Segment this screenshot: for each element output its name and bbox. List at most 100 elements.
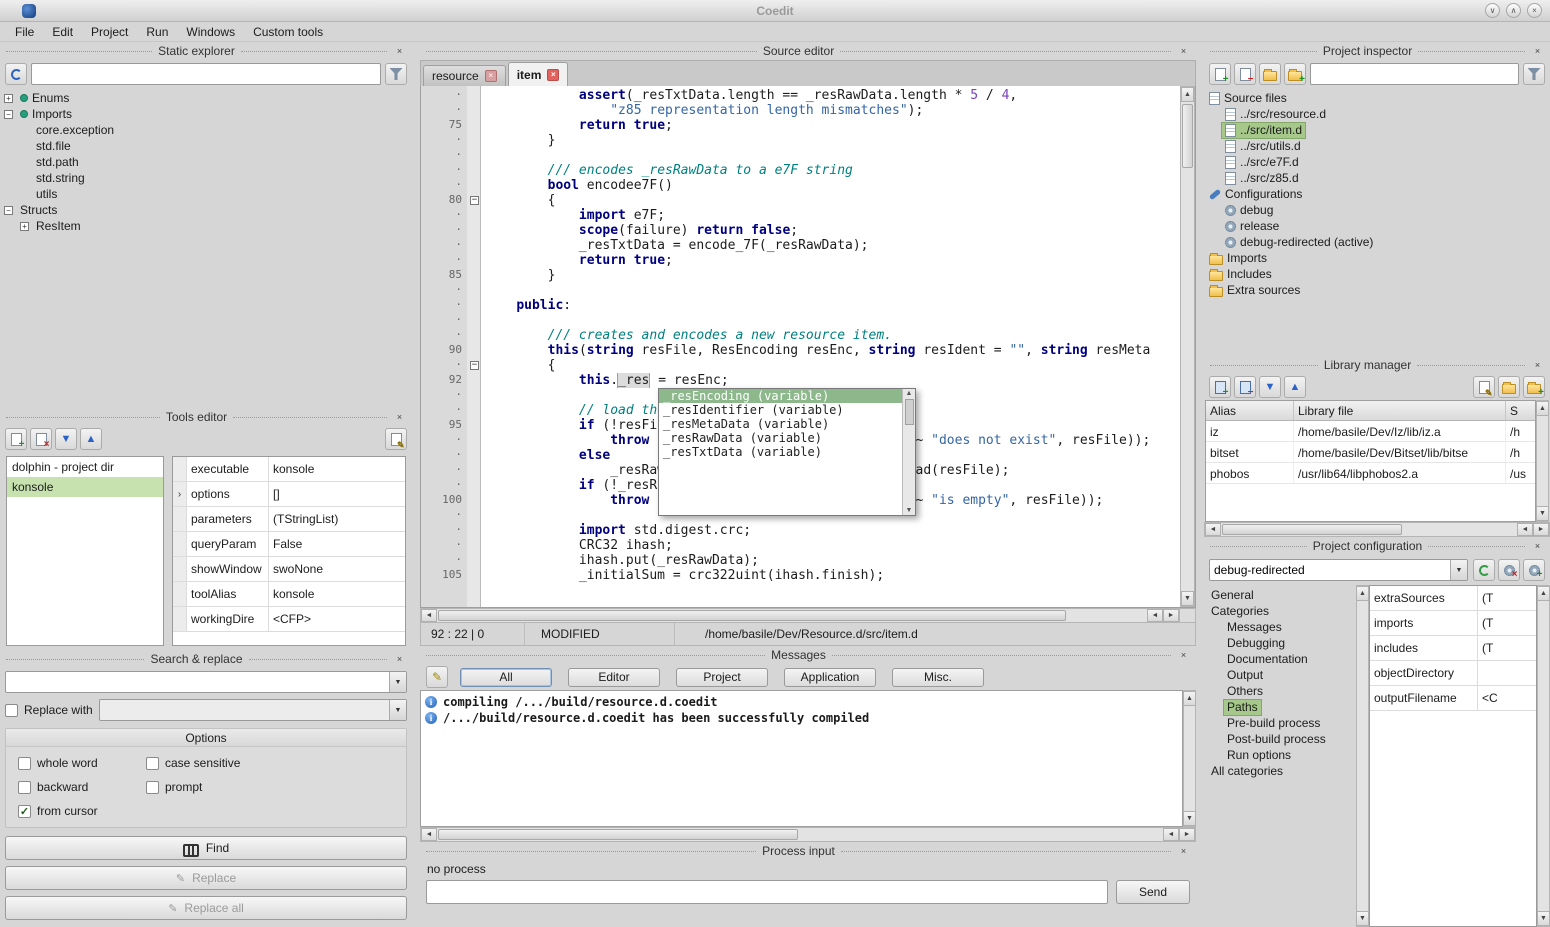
static-explorer-search-input[interactable] — [31, 63, 381, 85]
scroll-up-icon[interactable]: ▲ — [906, 390, 913, 397]
code-line[interactable]: · bool encodee7F() — [421, 178, 1180, 193]
configuration-selector[interactable] — [1209, 559, 1468, 581]
scroll-left-button[interactable]: ◄ — [421, 828, 437, 841]
project-tree-item[interactable]: ../src/e7F.d — [1204, 154, 1550, 170]
project-tree-item[interactable]: ../src/utils.d — [1204, 138, 1550, 154]
property-value[interactable]: False — [269, 532, 405, 556]
close-panel-icon[interactable]: × — [1177, 45, 1190, 58]
project-tree-item[interactable]: release — [1204, 218, 1550, 234]
column-header[interactable]: S — [1506, 401, 1536, 420]
code-editor[interactable]: · assert(_resTxtData.length == _resRawDa… — [421, 86, 1180, 607]
filter-button[interactable] — [385, 63, 407, 85]
option-prompt[interactable]: prompt — [146, 775, 240, 799]
add-source-button[interactable] — [1209, 63, 1231, 85]
project-tree-item[interactable]: debug — [1204, 202, 1550, 218]
project-tree-item[interactable]: ../src/resource.d — [1204, 106, 1550, 122]
inspector-filter-button[interactable] — [1523, 63, 1545, 85]
menu-run[interactable]: Run — [137, 23, 177, 41]
filter-all[interactable]: All — [460, 668, 552, 687]
inspector-filter-input[interactable] — [1310, 63, 1519, 85]
add-tool-button[interactable] — [5, 428, 27, 450]
completion-item[interactable]: _resTxtData (variable) — [659, 445, 902, 459]
project-tree-item[interactable]: ../src/z85.d — [1204, 170, 1550, 186]
library-horizontal-scrollbar[interactable]: ◄ ◄ ► — [1204, 522, 1550, 537]
editor-tab-item[interactable]: item× — [508, 62, 569, 86]
category-item[interactable]: All categories — [1204, 763, 1356, 779]
library-row[interactable]: bitset/home/basile/Dev/Bitset/lib/bitse/… — [1206, 442, 1535, 463]
menu-edit[interactable]: Edit — [43, 23, 82, 41]
search-term-input[interactable] — [5, 671, 407, 693]
send-button[interactable]: Send — [1116, 880, 1190, 904]
category-vertical-scrollbar[interactable]: ▲ ▼ — [1356, 585, 1369, 927]
scroll-down-button[interactable]: ▼ — [1183, 811, 1196, 826]
property-value[interactable]: (T — [1478, 636, 1536, 660]
property-value[interactable]: <C — [1478, 686, 1536, 710]
scrollbar-thumb[interactable] — [1222, 524, 1402, 535]
replace-button[interactable]: ✎ Replace — [5, 866, 407, 890]
property-row[interactable]: extraSources(T — [1370, 586, 1536, 611]
category-item[interactable]: Others — [1204, 683, 1356, 699]
code-line[interactable]: · — [421, 313, 1180, 328]
scroll-up-button[interactable]: ▲ — [1183, 691, 1196, 706]
code-line[interactable]: · import e7F; — [421, 208, 1180, 223]
filter-misc[interactable]: Misc. — [892, 668, 984, 687]
filter-project[interactable]: Project — [676, 668, 768, 687]
remove-library-button[interactable] — [1234, 376, 1256, 398]
property-row[interactable]: showWindowswoNone — [173, 557, 405, 582]
property-value[interactable]: <CFP> — [269, 607, 405, 631]
message-categories-button[interactable]: ✎ — [426, 666, 448, 688]
property-value[interactable]: swoNone — [269, 557, 405, 581]
expander-icon[interactable]: + — [20, 222, 29, 231]
property-row[interactable]: toolAliaskonsole — [173, 582, 405, 607]
code-line[interactable]: · ihash.put(_resRawData); — [421, 553, 1180, 568]
scroll-up-button[interactable]: ▲ — [1537, 586, 1550, 601]
symbol-tree-item[interactable]: core.exception — [0, 122, 412, 138]
property-value[interactable]: konsole — [269, 582, 405, 606]
filter-application[interactable]: Application — [784, 668, 876, 687]
close-panel-icon[interactable]: × — [1177, 845, 1190, 858]
add-folder-button[interactable] — [1259, 63, 1281, 85]
refresh-button[interactable] — [5, 63, 27, 85]
code-line[interactable]: · CRC32 ihash; — [421, 538, 1180, 553]
messages-vertical-scrollbar[interactable]: ▲ ▼ — [1183, 690, 1196, 827]
checkbox-icon[interactable] — [18, 757, 31, 770]
scroll-down-button[interactable]: ▼ — [1537, 911, 1550, 926]
restore-button[interactable]: ∧ — [1506, 3, 1521, 18]
process-input-field[interactable] — [426, 880, 1108, 904]
scroll-left-button[interactable]: ◄ — [1517, 523, 1533, 536]
move-tool-up-button[interactable]: ▲ — [80, 428, 102, 450]
menu-windows[interactable]: Windows — [177, 23, 244, 41]
property-row[interactable]: outputFilename<C — [1370, 686, 1536, 711]
close-button[interactable]: × — [1527, 3, 1542, 18]
property-row[interactable]: objectDirectory — [1370, 661, 1536, 686]
code-line[interactable]: 92 this._res = resEnc; — [421, 373, 1180, 388]
symbol-tree-item[interactable]: +Enums — [0, 90, 412, 106]
completion-item[interactable]: _resEncoding (variable) — [659, 389, 902, 403]
library-row[interactable]: phobos/usr/lib64/libphobos2.a/us — [1206, 463, 1535, 484]
tool-list-item[interactable]: konsole — [7, 477, 163, 497]
code-line[interactable]: · _resTxtData = encode_7F(_resRawData); — [421, 238, 1180, 253]
close-panel-icon[interactable]: × — [1531, 540, 1544, 553]
close-panel-icon[interactable]: × — [1177, 649, 1190, 662]
symbol-tree-item[interactable]: utils — [0, 186, 412, 202]
code-line[interactable]: · return true; — [421, 253, 1180, 268]
category-item[interactable]: Post-build process — [1204, 731, 1356, 747]
category-item[interactable]: Messages — [1204, 619, 1356, 635]
scroll-right-button[interactable]: ► — [1163, 609, 1179, 622]
register-library-folder-button[interactable] — [1498, 376, 1520, 398]
project-tree-item[interactable]: Configurations — [1204, 186, 1550, 202]
shade-button[interactable]: ∨ — [1485, 3, 1500, 18]
property-value[interactable]: konsole — [269, 457, 405, 481]
symbol-tree-item[interactable]: −Imports — [0, 106, 412, 122]
expander-icon[interactable]: − — [4, 110, 13, 119]
scroll-down-button[interactable]: ▼ — [1536, 506, 1549, 521]
scroll-left-button[interactable]: ◄ — [1163, 828, 1179, 841]
close-panel-icon[interactable]: × — [393, 653, 406, 666]
find-button[interactable]: Find — [5, 836, 407, 860]
grid-vertical-scrollbar[interactable]: ▲ ▼ — [1537, 585, 1550, 927]
scroll-left-button[interactable]: ◄ — [1205, 523, 1221, 536]
symbol-tree-item[interactable]: std.file — [0, 138, 412, 154]
menu-file[interactable]: File — [6, 23, 43, 41]
project-tree-item[interactable]: ../src/item.d — [1204, 122, 1550, 138]
column-header[interactable]: Library file — [1294, 401, 1506, 420]
